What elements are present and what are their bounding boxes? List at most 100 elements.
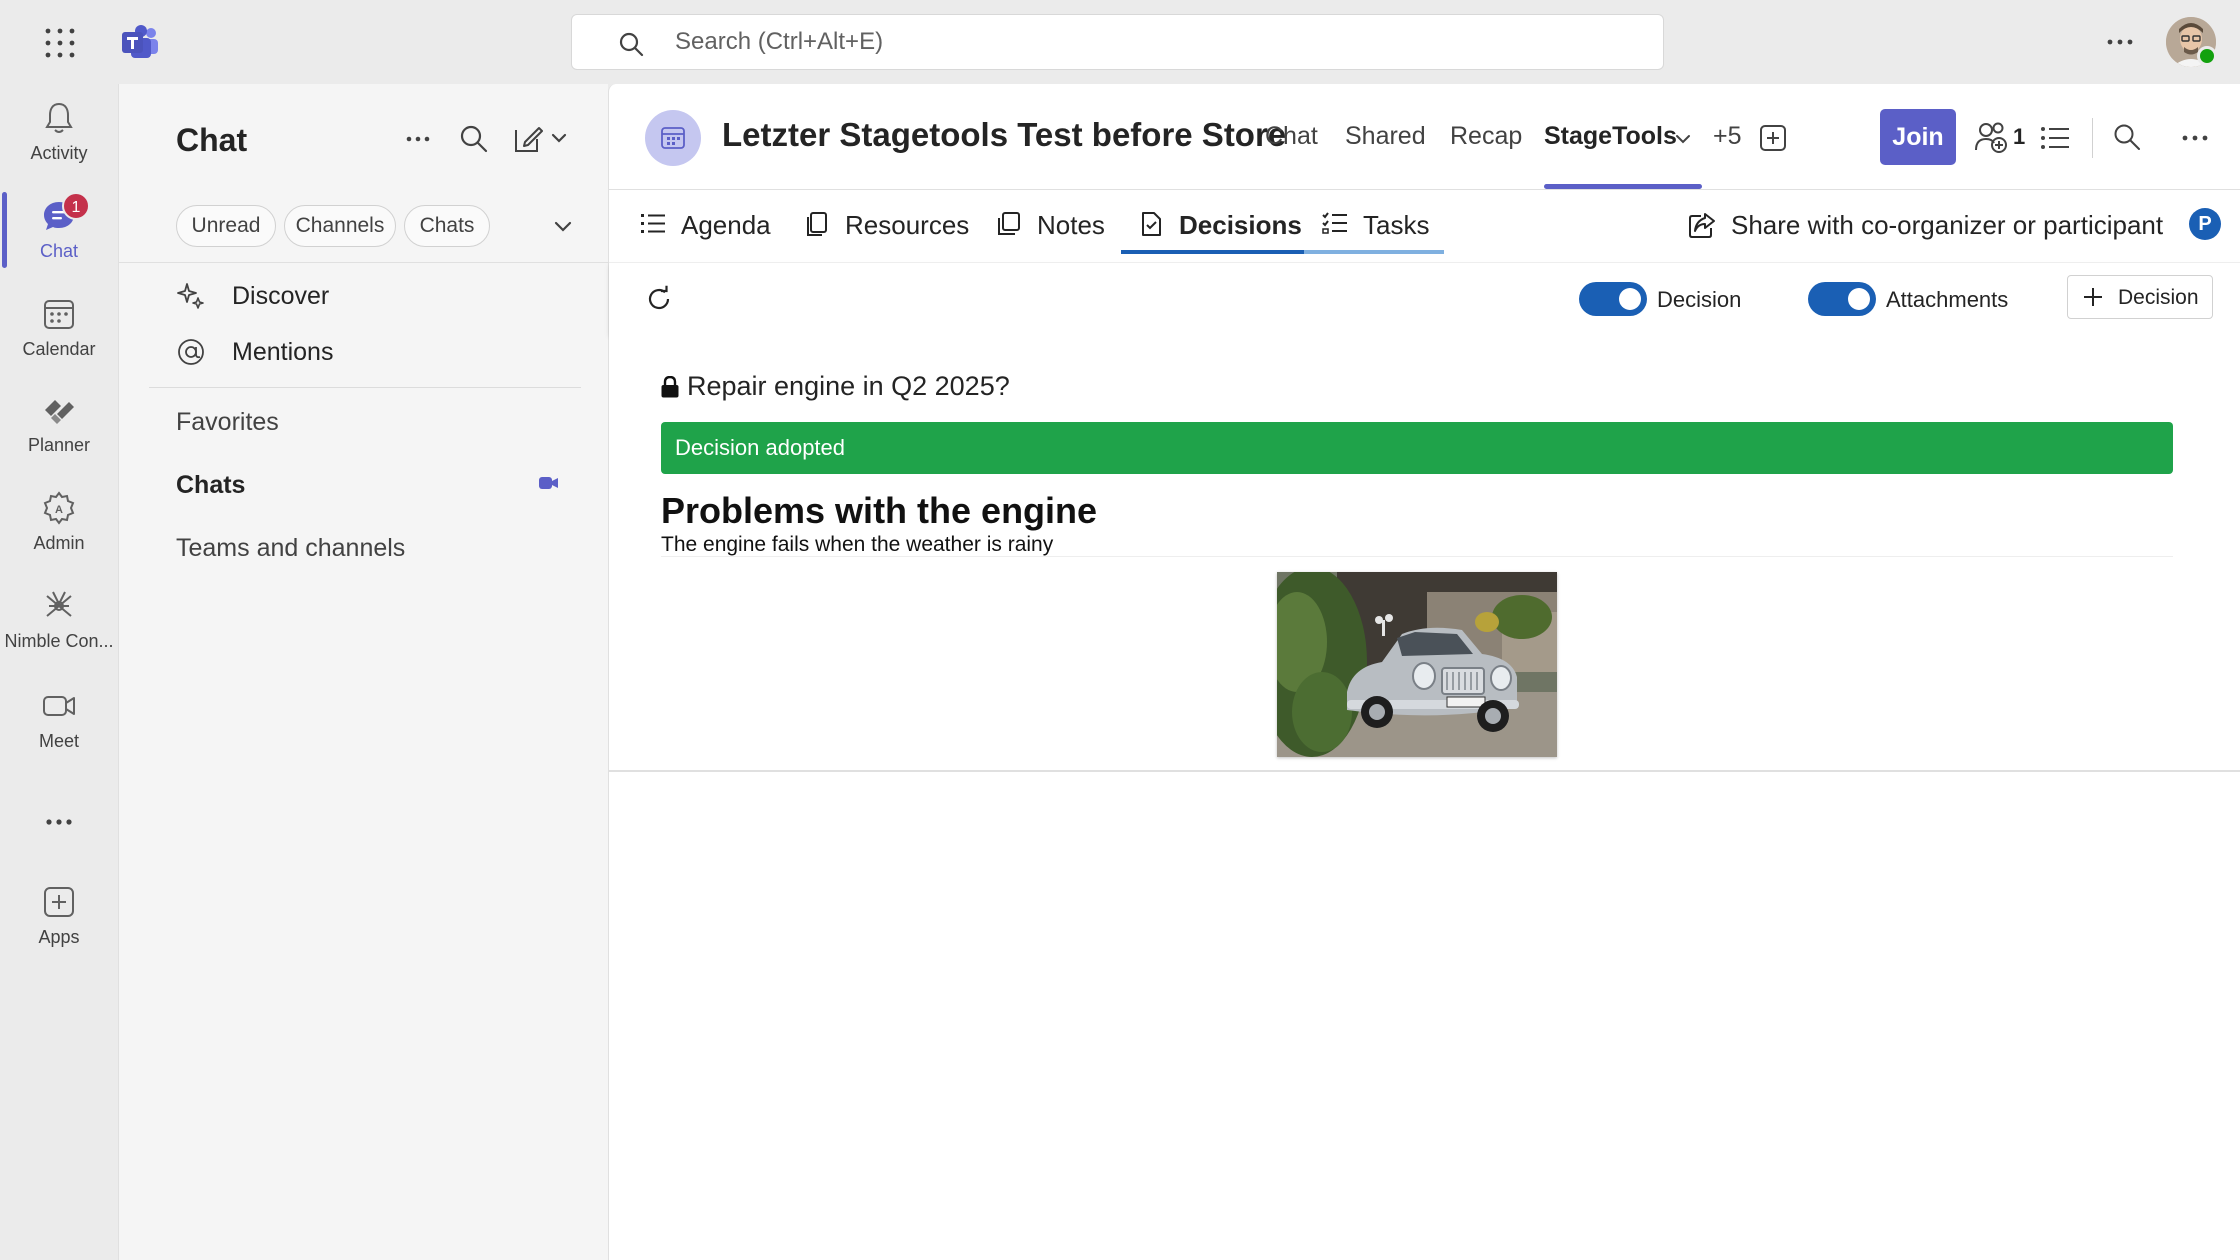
app-tab-active-indicator (1121, 250, 1304, 254)
search-input[interactable] (675, 23, 1575, 61)
app-tab-hover-indicator (1304, 250, 1444, 254)
toggle-knob (1848, 288, 1870, 310)
chat-pane-title: Chat (176, 122, 248, 158)
admin-icon: A (41, 490, 77, 526)
decision-card: Repair engine in Q2 2025? Decision adopt… (609, 334, 2240, 772)
section-teams-channels[interactable]: Teams and channels (176, 534, 405, 563)
share-label: Share with co-organizer or participant (1731, 210, 2164, 240)
attachment-car-image[interactable] (1277, 572, 1557, 757)
add-app-icon (41, 884, 77, 920)
filter-chats[interactable]: Chats (404, 205, 490, 247)
add-tab-icon[interactable] (1759, 124, 1787, 152)
active-tab-indicator (1544, 184, 1702, 189)
chat-search-icon[interactable] (457, 122, 491, 156)
rail-item-chat[interactable]: Chat (0, 198, 118, 286)
meeting-header: Letzter Stagetools Test before Store Cha… (609, 84, 2240, 190)
nimble-icon (41, 588, 77, 624)
plus-icon (2082, 286, 2104, 308)
attachments-toggle-label: Attachments (1886, 287, 2009, 312)
rail-item-calendar[interactable]: Calendar (0, 296, 118, 384)
calendar-icon (41, 296, 77, 332)
global-search-box[interactable] (571, 14, 1664, 70)
nav-label-discover: Discover (232, 282, 330, 310)
rail-label-admin: Admin (33, 533, 85, 553)
participants-count: 1 (2013, 124, 2026, 149)
meeting-title: Letzter Stagetools Test before Store (722, 116, 1287, 153)
new-chat-button[interactable] (511, 122, 571, 156)
app-launcher-icon[interactable] (44, 27, 76, 59)
tab-stagetools[interactable]: StageTools (1544, 122, 1677, 151)
rail-label-apps: Apps (38, 927, 80, 947)
decision-heading: Problems with the engine (661, 490, 1098, 531)
section-divider (149, 387, 581, 388)
add-decision-button[interactable]: Decision (2067, 275, 2213, 319)
rail-label-nimble: Nimble Con... (4, 631, 114, 651)
more-icon (41, 804, 77, 840)
filter-unread[interactable]: Unread (176, 205, 276, 247)
chat-unread-badge: 1 (62, 192, 90, 220)
presence-available-icon (2197, 46, 2217, 66)
section-favorites[interactable]: Favorites (176, 408, 279, 437)
decision-toggle-label: Decision (1657, 287, 1742, 312)
app-tab-label-tasks: Tasks (1363, 210, 1430, 240)
rail-more-apps[interactable] (0, 804, 118, 844)
app-tab-label-agenda: Agenda (681, 210, 771, 240)
decisions-icon (1137, 210, 1165, 238)
planner-icon (41, 392, 77, 428)
toggle-knob (1619, 288, 1641, 310)
more-options-icon[interactable] (2179, 122, 2211, 154)
rail-label-meet: Meet (38, 731, 80, 751)
meeting-calendar-icon (645, 110, 701, 166)
rail-item-apps[interactable]: Apps (0, 884, 118, 972)
decision-toggle[interactable] (1579, 282, 1647, 316)
title-bar (0, 0, 2240, 84)
list-icon[interactable] (2039, 122, 2071, 154)
share-icon (1687, 210, 1717, 240)
rail-item-planner[interactable]: Planner (0, 392, 118, 480)
video-icon (41, 688, 77, 724)
refresh-icon[interactable] (645, 285, 673, 313)
tab-more[interactable]: +5 (1713, 122, 1742, 151)
attachments-toggle[interactable] (1808, 282, 1876, 316)
decision-question: Repair engine in Q2 2025? (687, 371, 1010, 401)
chat-list-pane: Chat Unread Channels Chats Discover Ment… (118, 84, 609, 1260)
filter-divider (119, 262, 609, 263)
bell-icon (41, 100, 77, 136)
section-chats[interactable]: Chats (176, 471, 245, 500)
rail-label-planner: Planner (27, 435, 91, 455)
mention-icon (176, 337, 206, 367)
rail-item-admin[interactable]: A Admin (0, 490, 118, 578)
search-icon[interactable] (2112, 122, 2142, 152)
meeting-video-icon (539, 475, 559, 491)
search-icon (618, 31, 644, 57)
add-decision-label: Decision (2118, 286, 2199, 309)
decisions-toolbar: Decision Attachments Decision (609, 262, 2240, 334)
join-button[interactable]: Join (1880, 109, 1956, 165)
lock-icon (660, 376, 680, 398)
decision-divider (661, 556, 2173, 557)
tab-chat[interactable]: Chat (1265, 122, 1318, 151)
app-tab-label-notes: Notes (1037, 210, 1105, 240)
decision-description: The engine fails when the weather is rai… (661, 533, 1054, 556)
chat-more-options-icon[interactable] (401, 122, 435, 156)
agenda-icon (639, 210, 667, 238)
filter-channels[interactable]: Channels (284, 205, 396, 247)
chevron-down-icon[interactable] (1673, 129, 1693, 149)
chevron-down-icon[interactable] (551, 214, 575, 238)
sparkle-icon (176, 281, 206, 311)
rail-label-chat: Chat (39, 241, 79, 261)
app-tab-label-resources: Resources (845, 210, 970, 240)
tab-shared[interactable]: Shared (1345, 122, 1426, 151)
rail-label-activity: Activity (30, 143, 88, 163)
notes-icon (995, 210, 1023, 238)
participants-icon[interactable] (1974, 120, 2012, 154)
user-initial-badge[interactable]: P (2189, 208, 2221, 240)
tasks-icon (1321, 210, 1349, 238)
app-rail: Activity Chat 1 Calendar Planner A Admin… (0, 84, 118, 1260)
rail-item-activity[interactable]: Activity (0, 100, 118, 188)
settings-more-icon[interactable] (2102, 24, 2138, 60)
rail-item-meet[interactable]: Meet (0, 688, 118, 776)
header-separator (2092, 118, 2093, 158)
tab-recap[interactable]: Recap (1450, 122, 1522, 151)
rail-item-nimble[interactable]: Nimble Con... (0, 588, 118, 676)
